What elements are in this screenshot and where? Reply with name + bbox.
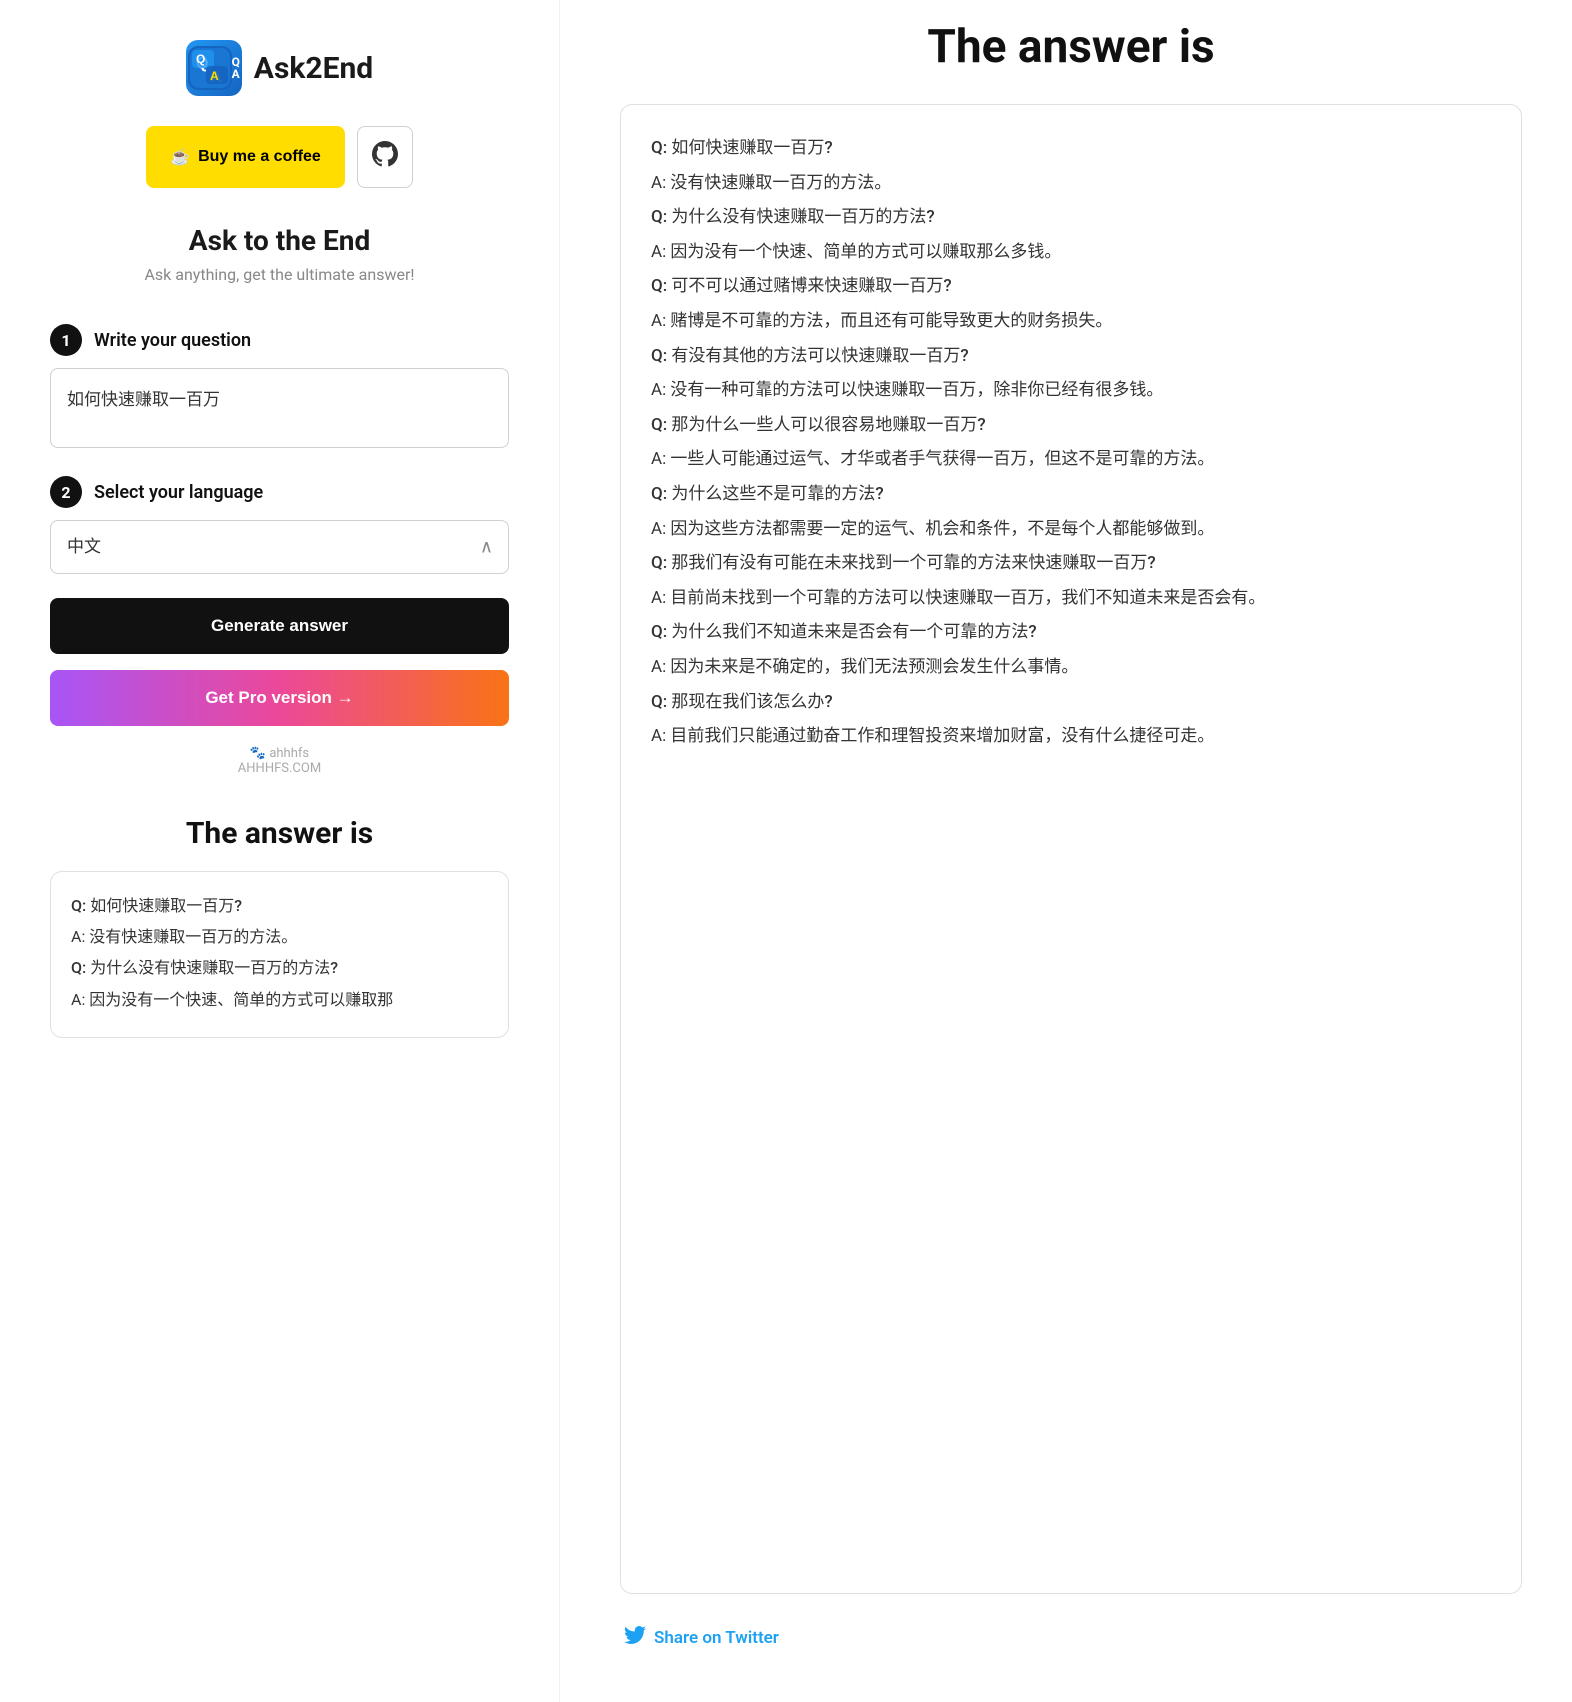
qa-line: A: 因为没有一个快速、简单的方式可以赚取那么多钱。: [651, 237, 1491, 268]
buy-coffee-label: Buy me a coffee: [198, 148, 321, 166]
right-panel: The answer is Q: 如何快速赚取一百万? A: 没有快速赚取一百万的…: [560, 0, 1572, 1702]
language-select[interactable]: English 中文 日本語 한국어 Español Français Deut…: [50, 520, 509, 574]
twitter-icon: [624, 1624, 646, 1652]
step1-text: Write your question: [94, 330, 251, 351]
buy-coffee-button[interactable]: ☕ Buy me a coffee: [146, 126, 345, 188]
logo-icon: Q A Q A: [186, 40, 242, 96]
pro-label: Get Pro version →: [205, 688, 353, 707]
qa-line: Q: 如何快速赚取一百万?: [651, 133, 1491, 164]
app-title: Ask to the End: [189, 224, 370, 257]
qa-line: A: 没有快速赚取一百万的方法。: [651, 168, 1491, 199]
left-qa-2: A: 没有快速赚取一百万的方法。: [71, 923, 488, 950]
qa-line: A: 一些人可能通过运气、才华或者手气获得一百万，但这不是可靠的方法。: [651, 444, 1491, 475]
qa-line: A: 没有一种可靠的方法可以快速赚取一百万，除非你已经有很多钱。: [651, 375, 1491, 406]
step1-number: 1: [50, 324, 82, 356]
svg-text:A: A: [210, 69, 219, 83]
step2-number: 2: [50, 476, 82, 508]
pro-version-button[interactable]: Get Pro version →: [50, 670, 509, 726]
qa-line: A: 目前尚未找到一个可靠的方法可以快速赚取一百万，我们不知道未来是否会有。: [651, 583, 1491, 614]
left-qa-3: Q: 为什么没有快速赚取一百万的方法?: [71, 954, 488, 981]
qa-line: Q: 那我们有没有可能在未来找到一个可靠的方法来快速赚取一百万?: [651, 548, 1491, 579]
qa-line: Q: 为什么这些不是可靠的方法?: [651, 479, 1491, 510]
step2-text: Select your language: [94, 482, 263, 503]
watermark: 🐾 ahhhfsAHHHFS.COM: [238, 746, 321, 776]
qa-line: A: 因为这些方法都需要一定的运气、机会和条件，不是每个人都能够做到。: [651, 514, 1491, 545]
app-subtitle: Ask anything, get the ultimate answer!: [144, 265, 414, 284]
qa-line: A: 赌博是不可靠的方法，而且还有可能导致更大的财务损失。: [651, 306, 1491, 337]
action-buttons: ☕ Buy me a coffee: [146, 126, 413, 188]
qa-line: Q: 可不可以通过赌博来快速赚取一百万?: [651, 271, 1491, 302]
qa-line: A: 因为未来是不确定的，我们无法预测会发生什么事情。: [651, 652, 1491, 683]
left-panel: Q A Q A Ask2End ☕ Buy me a coffee As: [0, 0, 560, 1702]
share-twitter-button[interactable]: Share on Twitter: [620, 1624, 1522, 1652]
step2-label: 2 Select your language: [50, 476, 509, 508]
left-answer-box: Q: 如何快速赚取一百万? A: 没有快速赚取一百万的方法。 Q: 为什么没有快…: [50, 871, 509, 1038]
language-select-container: English 中文 日本語 한국어 Español Français Deut…: [50, 520, 509, 574]
watermark-emoji: 🐾: [250, 746, 266, 761]
svg-text:Q: Q: [196, 52, 205, 66]
generate-button[interactable]: Generate answer: [50, 598, 509, 654]
qa-line: Q: 有没有其他的方法可以快速赚取一百万?: [651, 341, 1491, 372]
qa-line: Q: 那为什么一些人可以很容易地赚取一百万?: [651, 410, 1491, 441]
left-qa-1: Q: 如何快速赚取一百万?: [71, 892, 488, 919]
generate-label: Generate answer: [211, 616, 348, 635]
right-answer-box: Q: 如何快速赚取一百万? A: 没有快速赚取一百万的方法。Q: 为什么没有快速赚…: [620, 104, 1522, 1594]
left-answer-title: The answer is: [186, 816, 373, 851]
share-twitter-label: Share on Twitter: [654, 1628, 779, 1648]
qa-line: Q: 为什么没有快速赚取一百万的方法?: [651, 202, 1491, 233]
qa-line: Q: 为什么我们不知道未来是否会有一个可靠的方法?: [651, 617, 1491, 648]
coffee-icon: ☕: [170, 147, 190, 167]
logo-area: Q A Q A Ask2End: [186, 40, 373, 96]
question-input[interactable]: [50, 368, 509, 448]
app-logo-text: Ask2End: [254, 51, 373, 86]
step1-label: 1 Write your question: [50, 324, 509, 356]
right-answer-title: The answer is: [620, 20, 1522, 74]
qa-line: A: 目前我们只能通过勤奋工作和理智投资来增加财富，没有什么捷径可走。: [651, 721, 1491, 752]
qa-line: Q: 那现在我们该怎么办?: [651, 687, 1491, 718]
github-icon: [372, 141, 398, 173]
left-qa-4: A: 因为没有一个快速、简单的方式可以赚取那: [71, 986, 488, 1013]
github-button[interactable]: [357, 126, 413, 188]
